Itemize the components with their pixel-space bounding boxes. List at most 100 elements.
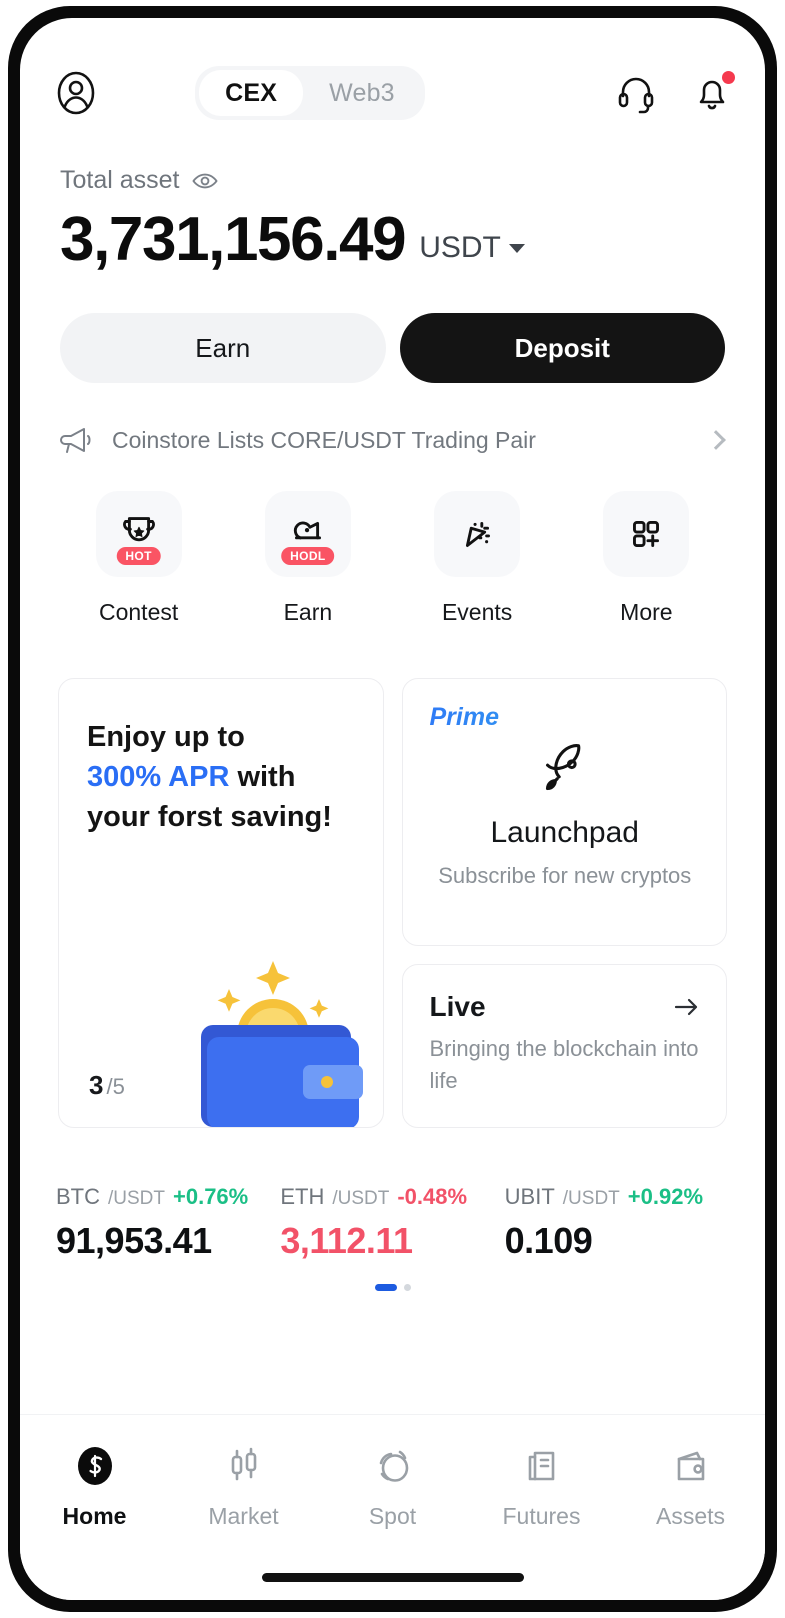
primary-actions: Earn Deposit: [20, 271, 765, 383]
contest-badge: HOT: [116, 547, 161, 565]
ticker-ubit[interactable]: UBIT/USDT +0.92% 0.109: [505, 1184, 729, 1262]
currency-selector[interactable]: USDT: [419, 231, 525, 271]
ticker-row: BTC/USDT +0.76% 91,953.41 ETH/USDT -0.48…: [20, 1128, 765, 1262]
nav-item-spot[interactable]: Spot: [318, 1443, 467, 1530]
earn-button[interactable]: Earn: [60, 313, 386, 383]
quick-actions: HOT Contest HODL Earn Events More: [20, 455, 765, 626]
caret-down-icon: [508, 243, 525, 253]
ticker-header: ETH/USDT -0.48%: [280, 1184, 504, 1210]
nav-item-futures[interactable]: Futures: [467, 1443, 616, 1530]
ticker-base: UBIT: [504, 1184, 555, 1209]
contest-tile[interactable]: HOT: [95, 491, 182, 577]
ticker-eth[interactable]: ETH/USDT -0.48% 3,112.11: [280, 1184, 504, 1262]
launchpad-title: Launchpad: [490, 816, 639, 849]
nav-item-market[interactable]: Market: [169, 1443, 318, 1530]
saving-promo-text: Enjoy up to 300% APR with your forst sav…: [87, 717, 355, 837]
ticker-quote: /USDT: [108, 1188, 165, 1209]
carousel-dot-active[interactable]: [374, 1284, 397, 1291]
events-tile[interactable]: [434, 491, 521, 577]
pager-current: 3: [89, 1070, 104, 1100]
ticker-header: BTC/USDT +0.76%: [56, 1184, 280, 1210]
tab-cex[interactable]: CEX: [199, 70, 304, 116]
earn-badge: HODL: [281, 547, 335, 565]
promo-section: Enjoy up to 300% APR with your forst sav…: [20, 626, 765, 1128]
more-tile[interactable]: [603, 491, 690, 577]
pager-total: /5: [106, 1074, 125, 1099]
nav-item-home[interactable]: Home: [20, 1443, 169, 1530]
quick-action-label: Contest: [98, 599, 179, 625]
quick-action-more[interactable]: More: [562, 491, 731, 626]
total-asset-label: Total asset: [60, 166, 180, 194]
user-circle-icon[interactable]: [52, 69, 100, 117]
nav-item-assets[interactable]: Assets: [616, 1443, 765, 1530]
balance-amount: 3,731,156.49: [60, 205, 407, 274]
app-header: CEX Web3: [20, 18, 765, 128]
headset-icon[interactable]: [615, 72, 657, 114]
cex-web3-toggle[interactable]: CEX Web3: [195, 66, 425, 120]
announcement-bar[interactable]: Coinstore Lists CORE/USDT Trading Pair: [20, 383, 765, 455]
quick-action-label: More: [620, 599, 673, 625]
balance-section: Total asset 3,731,156.49 USDT: [20, 128, 765, 271]
eye-icon[interactable]: [191, 172, 218, 190]
ticker-header: UBIT/USDT +0.92%: [505, 1184, 729, 1210]
ticker-quote: /USDT: [562, 1188, 620, 1209]
quick-action-label: Earn: [283, 599, 333, 625]
live-header: Live: [429, 991, 700, 1023]
quick-action-earn[interactable]: HODL Earn: [223, 491, 392, 626]
nav-label: Assets: [655, 1503, 726, 1529]
nav-label: Spot: [368, 1503, 417, 1529]
ticker-base: BTC: [56, 1184, 100, 1209]
app-screen: CEX Web3 Total asset 3,731,156.49 USDT E…: [20, 18, 765, 1600]
ticker-btc[interactable]: BTC/USDT +0.76% 91,953.41: [56, 1184, 280, 1262]
megaphone-icon: [60, 425, 94, 455]
ticker-price: 3,112.11: [280, 1220, 413, 1261]
ticker-change: -0.48%: [397, 1184, 468, 1209]
bell-icon[interactable]: [691, 71, 735, 114]
quick-action-label: Events: [441, 599, 513, 625]
promo-right-column: Prime Launchpad Subscribe for new crypto…: [402, 678, 727, 1128]
home-indicator-bar: [261, 1573, 524, 1582]
nav-label: Futures: [502, 1503, 581, 1529]
ticker-price: 91,953.41: [56, 1220, 212, 1261]
live-title: Live: [429, 991, 486, 1022]
rocket-icon: [429, 740, 700, 802]
saving-highlight: 300% APR: [87, 761, 230, 794]
header-actions: [615, 71, 735, 114]
ticker-price: 0.109: [504, 1220, 593, 1261]
total-asset-row: Total asset: [60, 166, 725, 195]
arrow-right-icon[interactable]: [672, 993, 700, 1021]
carousel-indicator[interactable]: [20, 1284, 765, 1291]
earn-tile[interactable]: HODL: [264, 491, 351, 577]
candlestick-icon: [221, 1443, 267, 1489]
live-card[interactable]: Live Bringing the blockchain into life: [402, 964, 727, 1128]
ticker-change: +0.76%: [173, 1184, 249, 1209]
ticker-quote: /USDT: [332, 1188, 390, 1209]
launchpad-card[interactable]: Prime Launchpad Subscribe for new crypto…: [402, 678, 727, 946]
quick-action-events[interactable]: Events: [393, 491, 562, 626]
prime-tag: Prime: [429, 703, 700, 732]
saving-line2-rest: with: [229, 761, 296, 794]
balance-amount-row: 3,731,156.49 USDT: [60, 209, 725, 271]
swap-circles-icon: [370, 1443, 416, 1489]
ticker-change: +0.92%: [627, 1184, 704, 1209]
currency-label: USDT: [419, 231, 501, 264]
deposit-button[interactable]: Deposit: [399, 313, 725, 383]
live-subtitle: Bringing the blockchain into life: [429, 1036, 699, 1093]
chevron-right-icon: [706, 430, 726, 450]
saving-line1: Enjoy up to: [87, 721, 245, 753]
tab-web3[interactable]: Web3: [303, 70, 421, 116]
nav-label: Home: [62, 1503, 127, 1529]
announcement-text: Coinstore Lists CORE/USDT Trading Pair: [112, 426, 536, 453]
nav-label: Market: [208, 1503, 279, 1529]
wallet-icon: [668, 1443, 714, 1489]
wallet-bitcoin-illustration: B: [177, 937, 377, 1127]
coinstore-logo-icon: [72, 1443, 118, 1489]
phone-frame: CEX Web3 Total asset 3,731,156.49 USDT E…: [8, 6, 777, 1612]
quick-action-contest[interactable]: HOT Contest: [54, 491, 223, 626]
saving-promo-card[interactable]: Enjoy up to 300% APR with your forst sav…: [58, 678, 385, 1128]
promo-pager: 3 /5: [89, 1070, 125, 1101]
ticker-base: ETH: [280, 1184, 325, 1209]
carousel-dot[interactable]: [403, 1284, 411, 1291]
document-chart-icon: [519, 1443, 565, 1489]
notification-badge: [722, 71, 735, 84]
